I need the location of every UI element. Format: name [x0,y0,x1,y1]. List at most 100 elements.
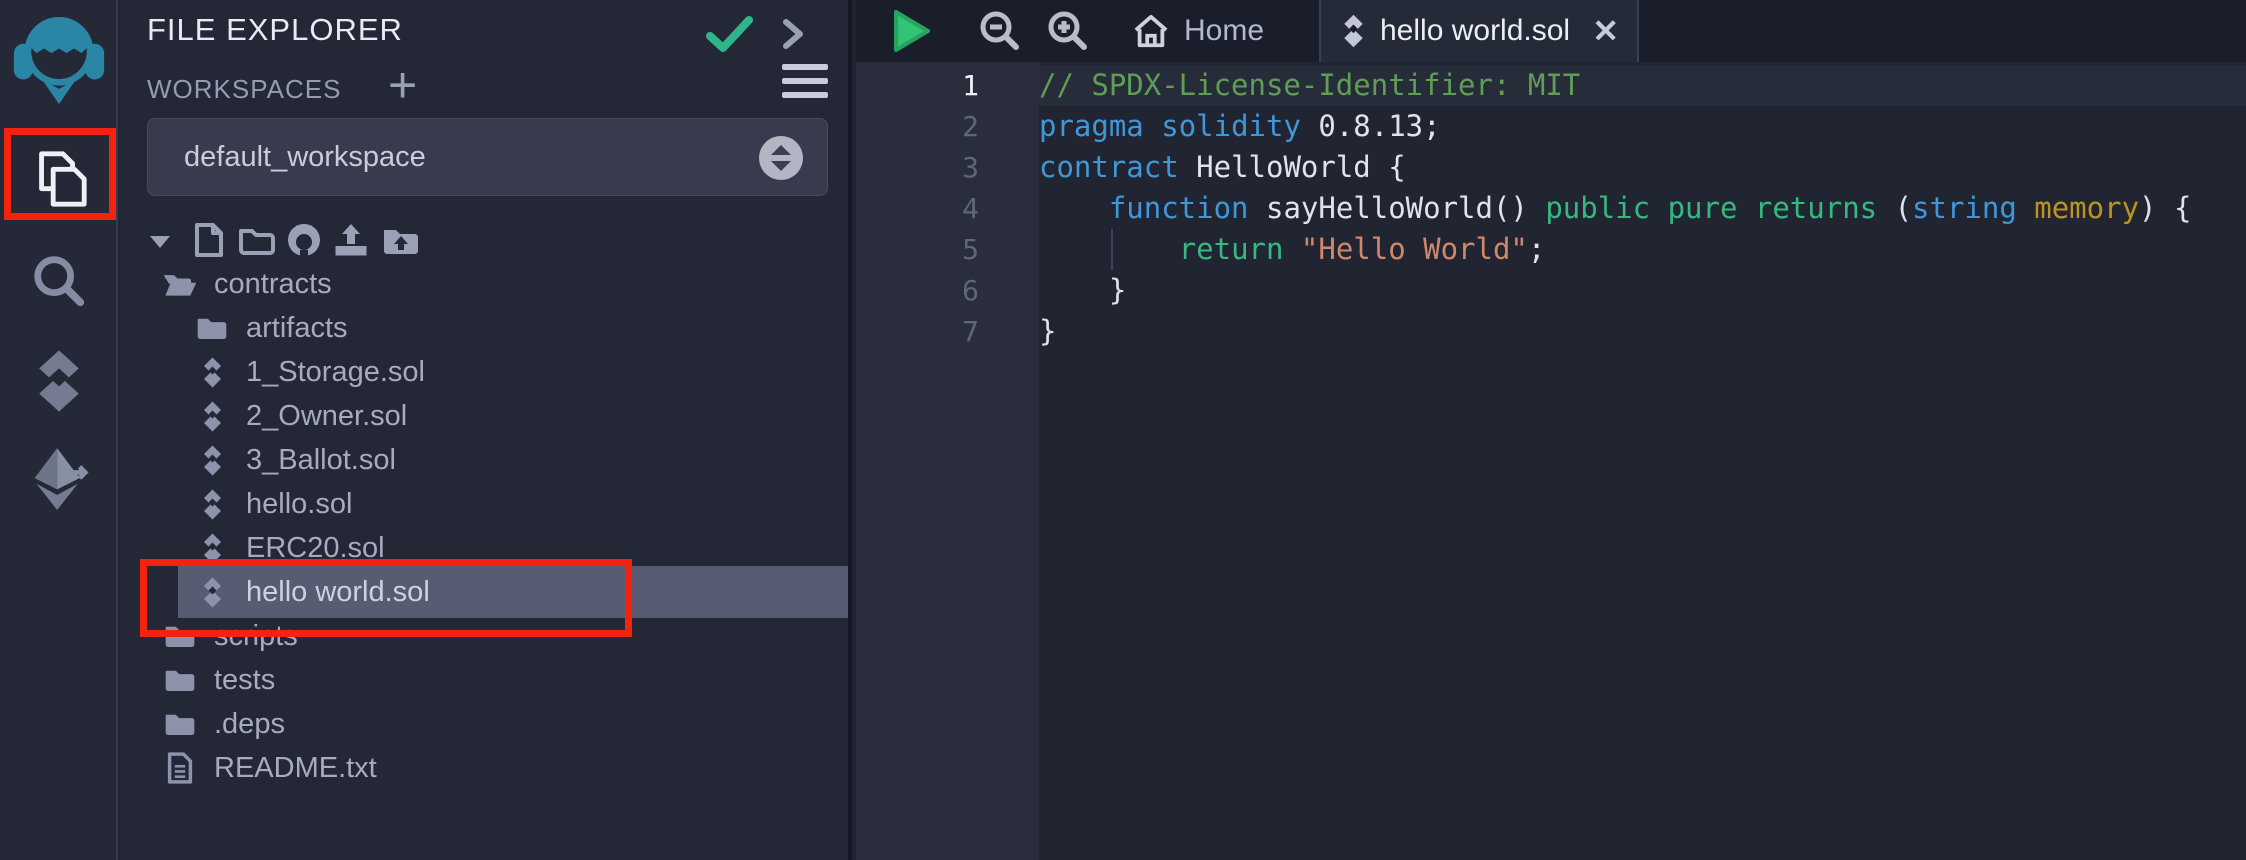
zoom-out-icon[interactable] [978,0,1022,62]
search-icon[interactable] [0,250,118,312]
code-token [1737,191,1754,225]
tab-home[interactable]: Home [1124,0,1276,62]
solidity-icon [194,489,230,520]
upload-folder-icon[interactable] [382,226,420,256]
add-workspace-button[interactable]: + [388,56,417,114]
workspace-select[interactable]: default_workspace [147,118,828,196]
tree-item-label: hello.sol [246,488,352,521]
code-token: ( [1877,191,1912,225]
solidity-icon [194,445,230,476]
code-line-3[interactable]: contract HelloWorld { [1039,147,2246,188]
code-area[interactable]: // SPDX-License-Identifier: MIT pragma so… [1039,65,2246,352]
file-explorer-panel: FILE EXPLORER WORKSPACES + default_works… [120,0,852,860]
workspace-sort-icon[interactable] [759,136,803,180]
code-token [1650,191,1667,225]
tree-item-label: contracts [214,268,332,301]
file-tree: contracts artifacts 1_Storage.sol 2_Owner.s… [120,262,848,790]
solidity-icon [1341,14,1366,48]
tree-item-2_Owner.sol[interactable]: 2_Owner.sol [120,394,848,438]
solidity-icon [194,533,230,564]
code-token: sayHelloWorld() [1249,191,1546,225]
home-icon [1132,13,1170,49]
tree-item-.deps[interactable]: .deps [120,702,848,746]
folder-open-icon [162,271,198,298]
code-token: return [1179,232,1284,266]
chevron-right-icon[interactable] [780,16,806,52]
code-token: // SPDX-License-Identifier: MIT [1039,68,1580,102]
activity-bar [0,0,118,860]
run-script-icon[interactable] [890,0,932,62]
code-token [1144,109,1161,143]
solidity-icon [194,577,230,608]
code-line-7[interactable]: } [1039,311,2246,352]
tree-item-hello.sol[interactable]: hello.sol [120,482,848,526]
code-token: pragma [1039,109,1144,143]
tree-item-label: artifacts [246,312,348,345]
code-token [1283,232,1300,266]
new-file-icon[interactable] [194,222,224,258]
code-token: string [1912,191,2017,225]
code-token: "Hello World" [1301,232,1528,266]
tab-label: hello world.sol [1380,14,1570,48]
workspaces-label: WORKSPACES [147,74,341,105]
tree-item-label: 3_Ballot.sol [246,444,396,477]
remix-ide-window: FILE EXPLORER WORKSPACES + default_works… [0,0,2246,860]
tree-item-3_Ballot.sol[interactable]: 3_Ballot.sol [120,438,848,482]
tree-item-1_Storage.sol[interactable]: 1_Storage.sol [120,350,848,394]
tree-item-label: hello world.sol [246,576,430,609]
code-token [2017,191,2034,225]
code-token [1039,232,1179,266]
check-icon[interactable] [706,16,754,54]
panel-title: FILE EXPLORER [147,12,403,48]
code-line-1[interactable]: // SPDX-License-Identifier: MIT [1039,65,2246,106]
clone-github-icon[interactable] [286,222,322,258]
code-editor[interactable]: 1234567 // SPDX-License-Identifier: MIT p… [856,62,2246,860]
tree-item-label: README.txt [214,752,377,785]
line-number: 4 [856,188,979,229]
tree-item-ERC20.sol[interactable]: ERC20.sol [120,526,848,570]
tree-item-artifacts[interactable]: artifacts [120,306,848,350]
remix-logo-icon[interactable] [0,6,118,106]
indent-guide [1111,229,1113,270]
tabs-region: Home hello world.sol ✕ [1124,0,1639,62]
tab-hello-world-sol[interactable]: hello world.sol ✕ [1319,0,1639,62]
code-token: contract [1039,150,1179,184]
line-number: 6 [856,270,979,311]
tree-item-tests[interactable]: tests [120,658,848,702]
upload-file-icon[interactable] [334,222,368,258]
file-tree-toolbar [120,222,848,262]
collapse-caret-icon[interactable] [148,234,172,250]
code-line-5[interactable]: return "Hello World"; [1039,229,2246,270]
workspace-menu-icon[interactable] [782,64,828,98]
line-number: 5 [856,229,979,270]
solidity-compiler-icon[interactable] [0,348,118,414]
code-token: solidity [1161,109,1301,143]
code-token: function [1109,191,1249,225]
tree-item-scripts[interactable]: scripts [120,614,848,658]
code-token: } [1039,314,1056,348]
code-token: returns [1755,191,1877,225]
new-folder-icon[interactable] [238,226,276,256]
editor-area: Home hello world.sol ✕ 1234567 // SPDX-Lic… [856,0,2246,860]
folder-icon [162,623,198,649]
tree-item-contracts[interactable]: contracts [120,262,848,306]
tree-item-README.txt[interactable]: README.txt [120,746,848,790]
folder-icon [162,667,198,693]
tree-item-hello world.sol[interactable]: hello world.sol [120,570,848,614]
folder-icon [162,711,198,737]
code-line-4[interactable]: function sayHelloWorld() public pure ret… [1039,188,2246,229]
code-token: pure [1668,191,1738,225]
tab-label: Home [1184,14,1264,48]
file-explorer-icon[interactable] [0,148,118,210]
tree-item-label: 1_Storage.sol [246,356,425,389]
zoom-in-icon[interactable] [1046,0,1090,62]
line-numbers: 1234567 [856,65,979,352]
code-token: HelloWorld { [1179,150,1406,184]
deploy-and-run-icon[interactable] [0,446,118,512]
code-line-6[interactable]: } [1039,270,2246,311]
close-icon[interactable]: ✕ [1592,12,1619,50]
tree-item-label: .deps [214,708,285,741]
line-number: 1 [856,65,979,106]
code-token: public [1545,191,1650,225]
code-line-2[interactable]: pragma solidity 0.8.13; [1039,106,2246,147]
